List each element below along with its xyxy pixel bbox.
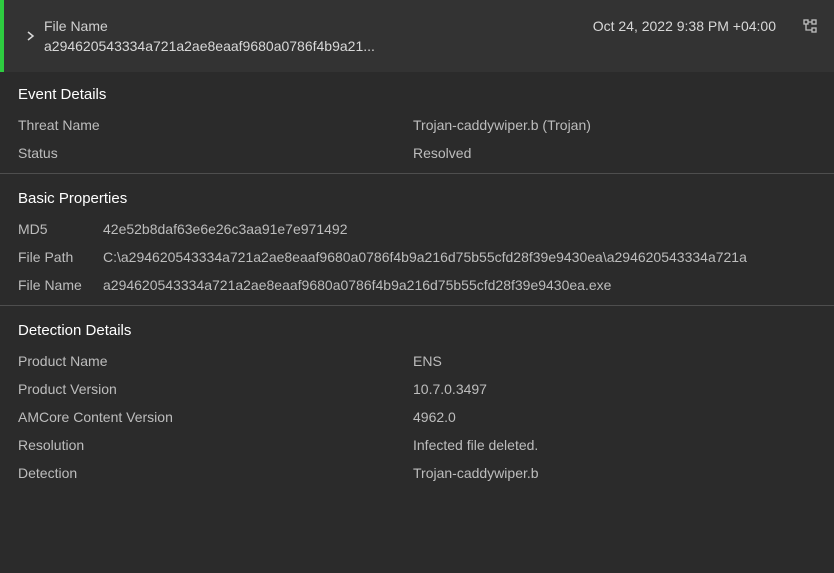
- product-version-value: 10.7.0.3497: [413, 381, 487, 397]
- basic-properties-title: Basic Properties: [18, 190, 816, 207]
- md5-label: MD5: [18, 221, 103, 237]
- amcore-label: AMCore Content Version: [18, 409, 413, 425]
- event-details-section: Event Details Threat Name Trojan-caddywi…: [0, 86, 834, 161]
- detection-row: Detection Trojan-caddywiper.b: [18, 465, 816, 481]
- event-header-bar[interactable]: File Name a294620543334a721a2ae8eaaf9680…: [0, 0, 834, 72]
- header-file-block: File Name a294620543334a721a2ae8eaaf9680…: [44, 18, 573, 54]
- resolution-value: Infected file deleted.: [413, 437, 538, 453]
- product-version-label: Product Version: [18, 381, 413, 397]
- chevron-right-icon: [24, 30, 36, 42]
- file-path-row: File Path C:\a294620543334a721a2ae8eaaf9…: [18, 249, 816, 265]
- status-label: Status: [18, 145, 413, 161]
- file-path-label: File Path: [18, 249, 103, 265]
- file-path-value: C:\a294620543334a721a2ae8eaaf9680a0786f4…: [103, 249, 747, 265]
- threat-name-label: Threat Name: [18, 117, 413, 133]
- product-version-row: Product Version 10.7.0.3497: [18, 381, 816, 397]
- header-filename-value: a294620543334a721a2ae8eaaf9680a0786f4b9a…: [44, 38, 573, 54]
- product-name-row: Product Name ENS: [18, 353, 816, 369]
- detection-label: Detection: [18, 465, 413, 481]
- file-name-label: File Name: [18, 277, 103, 293]
- detection-details-title: Detection Details: [18, 322, 816, 339]
- separator: [0, 305, 834, 306]
- file-name-row: File Name a294620543334a721a2ae8eaaf9680…: [18, 277, 816, 293]
- md5-value: 42e52b8daf63e6e26c3aa91e7e971492: [103, 221, 347, 237]
- threat-name-value: Trojan-caddywiper.b (Trojan): [413, 117, 591, 133]
- file-name-value: a294620543334a721a2ae8eaaf9680a0786f4b9a…: [103, 277, 611, 293]
- detection-value: Trojan-caddywiper.b: [413, 465, 539, 481]
- threat-name-row: Threat Name Trojan-caddywiper.b (Trojan): [18, 117, 816, 133]
- expand-toggle[interactable]: [16, 18, 44, 54]
- separator: [0, 173, 834, 174]
- process-tree-icon: [802, 18, 818, 34]
- product-name-value: ENS: [413, 353, 442, 369]
- header-timestamp: Oct 24, 2022 9:38 PM +04:00: [593, 18, 776, 34]
- status-row: Status Resolved: [18, 145, 816, 161]
- amcore-row: AMCore Content Version 4962.0: [18, 409, 816, 425]
- resolution-label: Resolution: [18, 437, 413, 453]
- detection-details-section: Detection Details Product Name ENS Produ…: [0, 322, 834, 481]
- process-tree-button[interactable]: [802, 18, 818, 37]
- md5-row: MD5 42e52b8daf63e6e26c3aa91e7e971492: [18, 221, 816, 237]
- header-filename-label: File Name: [44, 18, 573, 34]
- amcore-value: 4962.0: [413, 409, 456, 425]
- status-value: Resolved: [413, 145, 471, 161]
- resolution-row: Resolution Infected file deleted.: [18, 437, 816, 453]
- product-name-label: Product Name: [18, 353, 413, 369]
- basic-properties-section: Basic Properties MD5 42e52b8daf63e6e26c3…: [0, 190, 834, 293]
- event-details-title: Event Details: [18, 86, 816, 103]
